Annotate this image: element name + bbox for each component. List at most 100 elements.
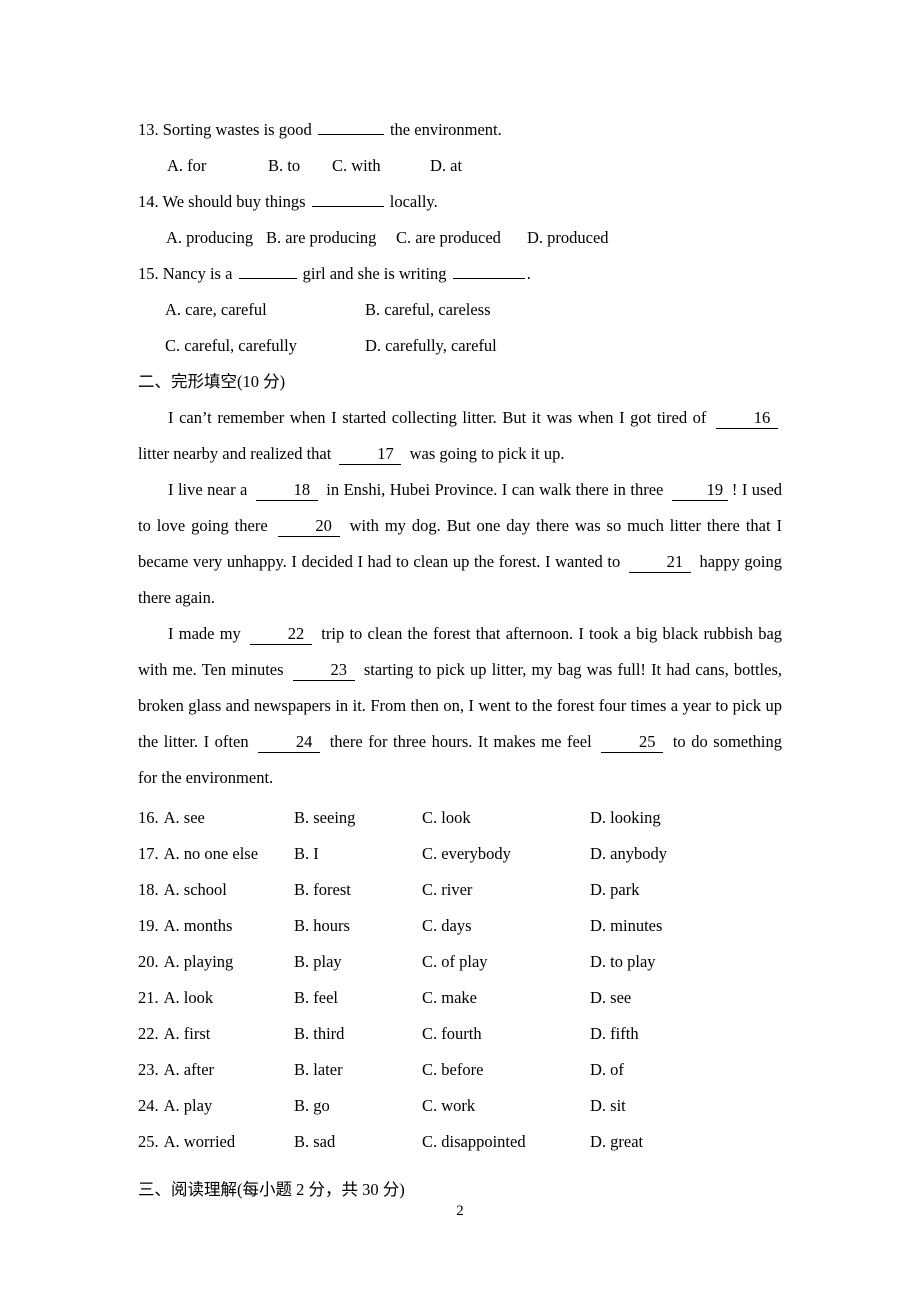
cloze-option-d[interactable]: D. fifth — [590, 1016, 639, 1052]
cloze-option-c[interactable]: C. river — [422, 872, 472, 908]
cloze-option-a-label[interactable]: A. months — [164, 916, 233, 935]
cloze-option-d[interactable]: D. great — [590, 1124, 643, 1160]
question-15-stem-middle: girl and she is writing — [302, 264, 447, 283]
cloze-option-b[interactable]: B. later — [294, 1052, 343, 1088]
cloze-option-row: 24. A. play B. go C. work D. sit — [138, 1088, 782, 1124]
cloze-option-a-label[interactable]: A. see — [164, 808, 205, 827]
cloze-option-b[interactable]: B. feel — [294, 980, 338, 1016]
cloze-option-d[interactable]: D. minutes — [590, 908, 662, 944]
cloze-option-c[interactable]: C. look — [422, 800, 471, 836]
cloze-option-a[interactable]: 17. A. no one else — [138, 836, 258, 872]
cloze-option-c[interactable]: C. everybody — [422, 836, 511, 872]
passage-paragraph-1: I can’t remember when I started collecti… — [138, 400, 782, 472]
cloze-option-a-label[interactable]: A. look — [164, 988, 214, 1007]
cloze-question-number: 24. — [138, 1096, 159, 1115]
cloze-option-d[interactable]: D. to play — [590, 944, 656, 980]
passage-blank-21: 21 — [628, 552, 691, 573]
cloze-option-a-label[interactable]: A. school — [164, 880, 227, 899]
passage-blank-24: 24 — [258, 732, 321, 753]
question-13-option-b[interactable]: B. to — [268, 148, 300, 184]
cloze-question-number: 22. — [138, 1024, 159, 1043]
question-13-stem-before: 13. Sorting wastes is good — [138, 120, 312, 139]
question-15-option-a[interactable]: A. care, careful — [165, 292, 267, 328]
question-15-option-b[interactable]: B. careful, careless — [365, 292, 491, 328]
cloze-question-number: 17. — [138, 844, 159, 863]
cloze-option-a-label[interactable]: A. first — [164, 1024, 211, 1043]
cloze-option-d[interactable]: D. of — [590, 1052, 624, 1088]
question-15-stem-before: 15. Nancy is a — [138, 264, 233, 283]
question-14-stem-before: 14. We should buy things — [138, 192, 306, 211]
cloze-option-d[interactable]: D. park — [590, 872, 639, 908]
cloze-option-a-label[interactable]: A. worried — [164, 1132, 235, 1151]
cloze-option-a[interactable]: 16. A. see — [138, 800, 205, 836]
cloze-question-number: 23. — [138, 1060, 159, 1079]
question-13-option-d[interactable]: D. at — [430, 148, 462, 184]
question-13-option-a[interactable]: A. for — [167, 148, 206, 184]
question-14-option-a[interactable]: A. producing — [166, 220, 253, 256]
cloze-option-d[interactable]: D. anybody — [590, 836, 667, 872]
question-15-option-d[interactable]: D. carefully, careful — [365, 328, 497, 364]
cloze-option-row: 23. A. after B. later C. before D. of — [138, 1052, 782, 1088]
question-14-option-d[interactable]: D. produced — [527, 220, 609, 256]
cloze-option-a[interactable]: 21. A. look — [138, 980, 213, 1016]
question-15-blank-2 — [452, 263, 525, 279]
question-15-stem-after: . — [526, 264, 531, 283]
cloze-option-a[interactable]: 18. A. school — [138, 872, 227, 908]
question-14-option-c[interactable]: C. are produced — [396, 220, 501, 256]
cloze-option-b[interactable]: B. seeing — [294, 800, 355, 836]
cloze-option-a[interactable]: 24. A. play — [138, 1088, 212, 1124]
cloze-question-number: 21. — [138, 988, 159, 1007]
cloze-option-a-label[interactable]: A. no one else — [164, 844, 258, 863]
cloze-option-row: 20. A. playing B. play C. of play D. to play — [138, 944, 782, 980]
cloze-option-c[interactable]: C. work — [422, 1088, 475, 1124]
section-2-heading-cn: 二、完形填空 — [138, 372, 237, 391]
cloze-option-a[interactable]: 23. A. after — [138, 1052, 214, 1088]
cloze-option-b[interactable]: B. go — [294, 1088, 330, 1124]
passage-p1-text-b: litter nearby and realized that — [138, 444, 332, 463]
question-15-option-c[interactable]: C. careful, carefully — [165, 328, 297, 364]
question-14-options: A. producing B. are producing C. are pro… — [138, 220, 782, 256]
cloze-option-d[interactable]: D. see — [590, 980, 631, 1016]
cloze-options-list: 16. A. see B. seeing C. look D. looking 17. A.… — [138, 800, 782, 1160]
passage-p2-text-a: I live near a — [168, 480, 248, 499]
cloze-option-row: 25. A. worried B. sad C. disappointed D. gre… — [138, 1124, 782, 1160]
cloze-option-a[interactable]: 20. A. playing — [138, 944, 233, 980]
question-13-stem: 13. Sorting wastes is good the environme… — [138, 112, 782, 148]
cloze-option-b[interactable]: B. I — [294, 836, 319, 872]
cloze-option-a[interactable]: 22. A. first — [138, 1016, 210, 1052]
section-3-heading-cn: 三、阅读理解 — [138, 1180, 237, 1199]
cloze-option-row: 19. A. months B. hours C. days D. minutes — [138, 908, 782, 944]
question-14-option-b[interactable]: B. are producing — [266, 220, 376, 256]
cloze-option-b[interactable]: B. sad — [294, 1124, 335, 1160]
cloze-option-a-label[interactable]: A. playing — [164, 952, 234, 971]
passage-paragraph-3: I made my 22 trip to clean the forest th… — [138, 616, 782, 796]
passage-p1-text-c: was going to pick it up. — [409, 444, 565, 463]
cloze-option-d[interactable]: D. sit — [590, 1088, 626, 1124]
cloze-option-c[interactable]: C. fourth — [422, 1016, 482, 1052]
cloze-option-a[interactable]: 25. A. worried — [138, 1124, 235, 1160]
question-14-blank — [311, 191, 384, 207]
cloze-option-a-label[interactable]: A. play — [164, 1096, 213, 1115]
cloze-option-b[interactable]: B. play — [294, 944, 342, 980]
cloze-option-b[interactable]: B. third — [294, 1016, 344, 1052]
cloze-option-row: 16. A. see B. seeing C. look D. looking — [138, 800, 782, 836]
cloze-option-b[interactable]: B. forest — [294, 872, 351, 908]
cloze-option-a-label[interactable]: A. after — [164, 1060, 214, 1079]
cloze-option-d[interactable]: D. looking — [590, 800, 661, 836]
cloze-option-c[interactable]: C. disappointed — [422, 1124, 526, 1160]
cloze-question-number: 25. — [138, 1132, 159, 1151]
cloze-option-row: 17. A. no one else B. I C. everybody D. anyb… — [138, 836, 782, 872]
cloze-option-b[interactable]: B. hours — [294, 908, 350, 944]
question-13-option-c[interactable]: C. with — [332, 148, 381, 184]
passage-p3-text-a: I made my — [168, 624, 241, 643]
cloze-option-a[interactable]: 19. A. months — [138, 908, 232, 944]
cloze-question-number: 19. — [138, 916, 159, 935]
passage-blank-23: 23 — [292, 660, 355, 681]
cloze-question-number: 18. — [138, 880, 159, 899]
cloze-option-c[interactable]: C. before — [422, 1052, 483, 1088]
cloze-option-c[interactable]: C. make — [422, 980, 477, 1016]
question-14-stem-after: locally. — [389, 192, 438, 211]
cloze-option-c[interactable]: C. days — [422, 908, 472, 944]
cloze-option-c[interactable]: C. of play — [422, 944, 488, 980]
